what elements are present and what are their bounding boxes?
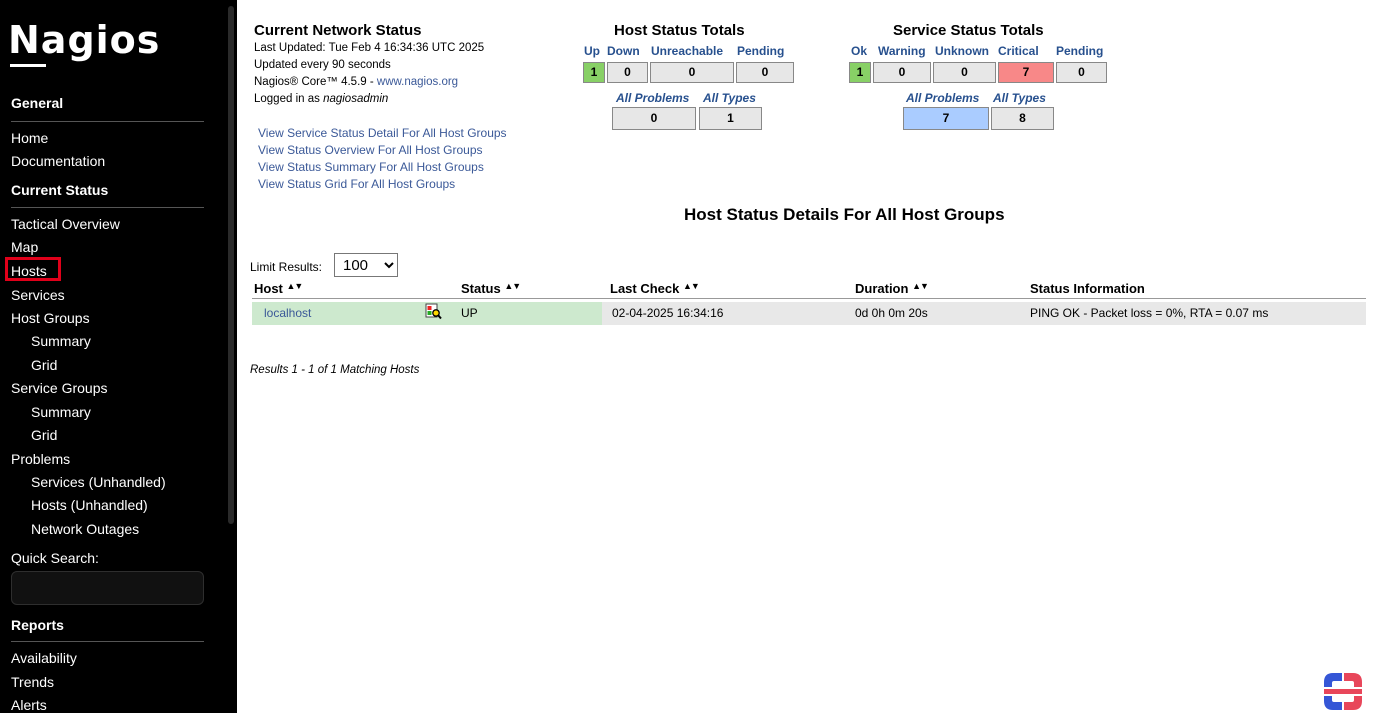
- service-ok-count[interactable]: 1: [849, 62, 871, 83]
- sidebar-item-host-groups-grid[interactable]: Grid: [31, 357, 57, 373]
- link-status-summary[interactable]: View Status Summary For All Host Groups: [258, 160, 484, 174]
- link-status-overview[interactable]: View Status Overview For All Host Groups: [258, 143, 483, 157]
- sidebar-item-service-groups[interactable]: Service Groups: [11, 380, 107, 396]
- sidebar: Nagios General Home Documentation Curren…: [0, 0, 237, 713]
- sort-arrows-icon[interactable]: ▲▼: [912, 281, 929, 291]
- sidebar-item-service-groups-summary[interactable]: Summary: [31, 404, 91, 420]
- sidebar-item-service-groups-grid[interactable]: Grid: [31, 427, 57, 443]
- nagios-logo[interactable]: Nagios: [8, 18, 160, 62]
- sidebar-item-host-groups[interactable]: Host Groups: [11, 310, 90, 326]
- host-all-types-count[interactable]: 1: [699, 107, 762, 130]
- sidebar-item-alerts[interactable]: Alerts: [11, 697, 47, 713]
- sort-arrows-icon[interactable]: ▲▼: [504, 281, 521, 291]
- logo-underline: [10, 64, 46, 67]
- logged-in-text: Logged in as nagiosadmin: [254, 93, 388, 105]
- host-up-label[interactable]: Up: [584, 44, 600, 58]
- link-service-status-detail[interactable]: View Service Status Detail For All Host …: [258, 126, 507, 140]
- host-all-problems-label[interactable]: All Problems: [616, 91, 689, 105]
- sidebar-item-trends[interactable]: Trends: [11, 674, 54, 690]
- sidebar-divider: [11, 641, 204, 642]
- hosts-highlight-box: [5, 257, 61, 281]
- last-updated-text: Last Updated: Tue Feb 4 16:34:36 UTC 202…: [254, 42, 485, 54]
- limit-results-label: Limit Results:: [250, 260, 323, 274]
- update-interval-text: Updated every 90 seconds: [254, 59, 391, 71]
- service-all-problems-label[interactable]: All Problems: [906, 91, 979, 105]
- sidebar-item-tactical-overview[interactable]: Tactical Overview: [11, 216, 120, 232]
- version-label: Nagios® Core™ 4.5.9 -: [254, 76, 377, 88]
- service-critical-count[interactable]: 7: [998, 62, 1054, 83]
- column-header-label: Duration: [855, 281, 909, 296]
- host-detail-icon[interactable]: [425, 303, 442, 320]
- service-unknown-label[interactable]: Unknown: [935, 44, 989, 58]
- column-header-last-check[interactable]: Last Check ▲▼: [610, 281, 700, 296]
- nagios-website-link[interactable]: www.nagios.org: [377, 76, 458, 88]
- quick-search-label: Quick Search:: [11, 550, 99, 566]
- status-information-value: PING OK - Packet loss = 0%, RTA = 0.07 m…: [1030, 306, 1269, 320]
- column-header-status-information: Status Information: [1030, 281, 1145, 296]
- host-up-count[interactable]: 1: [583, 62, 605, 83]
- brand-logo-icon: [1324, 673, 1362, 710]
- sidebar-heading-general: General: [11, 95, 64, 111]
- column-header-duration[interactable]: Duration ▲▼: [855, 281, 929, 296]
- sidebar-item-services-unhandled[interactable]: Services (Unhandled): [31, 474, 166, 490]
- sidebar-scrollbar-thumb[interactable]: [228, 6, 234, 524]
- column-header-host[interactable]: Host ▲▼: [254, 281, 304, 296]
- sort-arrows-icon[interactable]: ▲▼: [287, 281, 304, 291]
- host-down-count[interactable]: 0: [607, 62, 648, 83]
- logged-in-label: Logged in as: [254, 93, 324, 105]
- sidebar-item-availability[interactable]: Availability: [11, 650, 77, 666]
- service-all-types-label[interactable]: All Types: [993, 91, 1046, 105]
- sidebar-item-services[interactable]: Services: [11, 287, 65, 303]
- sidebar-item-network-outages[interactable]: Network Outages: [31, 521, 139, 537]
- table-header-divider: [252, 298, 1366, 299]
- service-pending-count[interactable]: 0: [1056, 62, 1107, 83]
- service-warning-count[interactable]: 0: [873, 62, 931, 83]
- host-totals-title: Host Status Totals: [614, 22, 745, 39]
- column-header-label: Status: [461, 281, 501, 296]
- host-unreachable-count[interactable]: 0: [650, 62, 734, 83]
- column-header-label: Host: [254, 281, 283, 296]
- sidebar-heading-current-status: Current Status: [11, 182, 109, 198]
- service-pending-label[interactable]: Pending: [1056, 44, 1103, 58]
- sidebar-item-map[interactable]: Map: [11, 239, 38, 255]
- quick-search-input[interactable]: [11, 571, 204, 605]
- sidebar-divider: [11, 121, 204, 122]
- host-all-problems-count[interactable]: 0: [612, 107, 696, 130]
- host-status-details-title: Host Status Details For All Host Groups: [684, 205, 1005, 224]
- sidebar-heading-reports: Reports: [11, 617, 64, 633]
- last-check-value: 02-04-2025 16:34:16: [612, 306, 724, 320]
- host-all-types-label[interactable]: All Types: [703, 91, 756, 105]
- sidebar-item-host-groups-summary[interactable]: Summary: [31, 333, 91, 349]
- network-status-title: Current Network Status: [254, 22, 422, 39]
- service-all-types-count[interactable]: 8: [991, 107, 1054, 130]
- duration-value: 0d 0h 0m 20s: [855, 306, 928, 320]
- link-status-grid[interactable]: View Status Grid For All Host Groups: [258, 177, 455, 191]
- host-unreachable-label[interactable]: Unreachable: [651, 44, 723, 58]
- sort-arrows-icon[interactable]: ▲▼: [683, 281, 700, 291]
- limit-results-select[interactable]: 100: [334, 253, 398, 277]
- version-text: Nagios® Core™ 4.5.9 - www.nagios.org: [254, 76, 458, 88]
- host-pending-count[interactable]: 0: [736, 62, 794, 83]
- logged-in-user: nagiosadmin: [323, 93, 389, 105]
- host-down-label[interactable]: Down: [607, 44, 640, 58]
- sidebar-item-problems[interactable]: Problems: [11, 451, 70, 467]
- service-ok-label[interactable]: Ok: [851, 44, 867, 58]
- sidebar-divider: [11, 207, 204, 208]
- results-count-text: Results 1 - 1 of 1 Matching Hosts: [250, 364, 420, 376]
- service-warning-label[interactable]: Warning: [878, 44, 926, 58]
- host-status-value: UP: [461, 306, 478, 320]
- sidebar-item-hosts-unhandled[interactable]: Hosts (Unhandled): [31, 497, 148, 513]
- service-unknown-count[interactable]: 0: [933, 62, 996, 83]
- column-header-status[interactable]: Status ▲▼: [461, 281, 521, 296]
- service-totals-title: Service Status Totals: [893, 22, 1044, 39]
- sidebar-item-documentation[interactable]: Documentation: [11, 153, 105, 169]
- service-all-problems-count[interactable]: 7: [903, 107, 989, 130]
- host-link-localhost[interactable]: localhost: [264, 306, 311, 320]
- service-critical-label[interactable]: Critical: [998, 44, 1039, 58]
- column-header-label: Last Check: [610, 281, 680, 296]
- host-pending-label[interactable]: Pending: [737, 44, 784, 58]
- sidebar-item-home[interactable]: Home: [11, 130, 48, 146]
